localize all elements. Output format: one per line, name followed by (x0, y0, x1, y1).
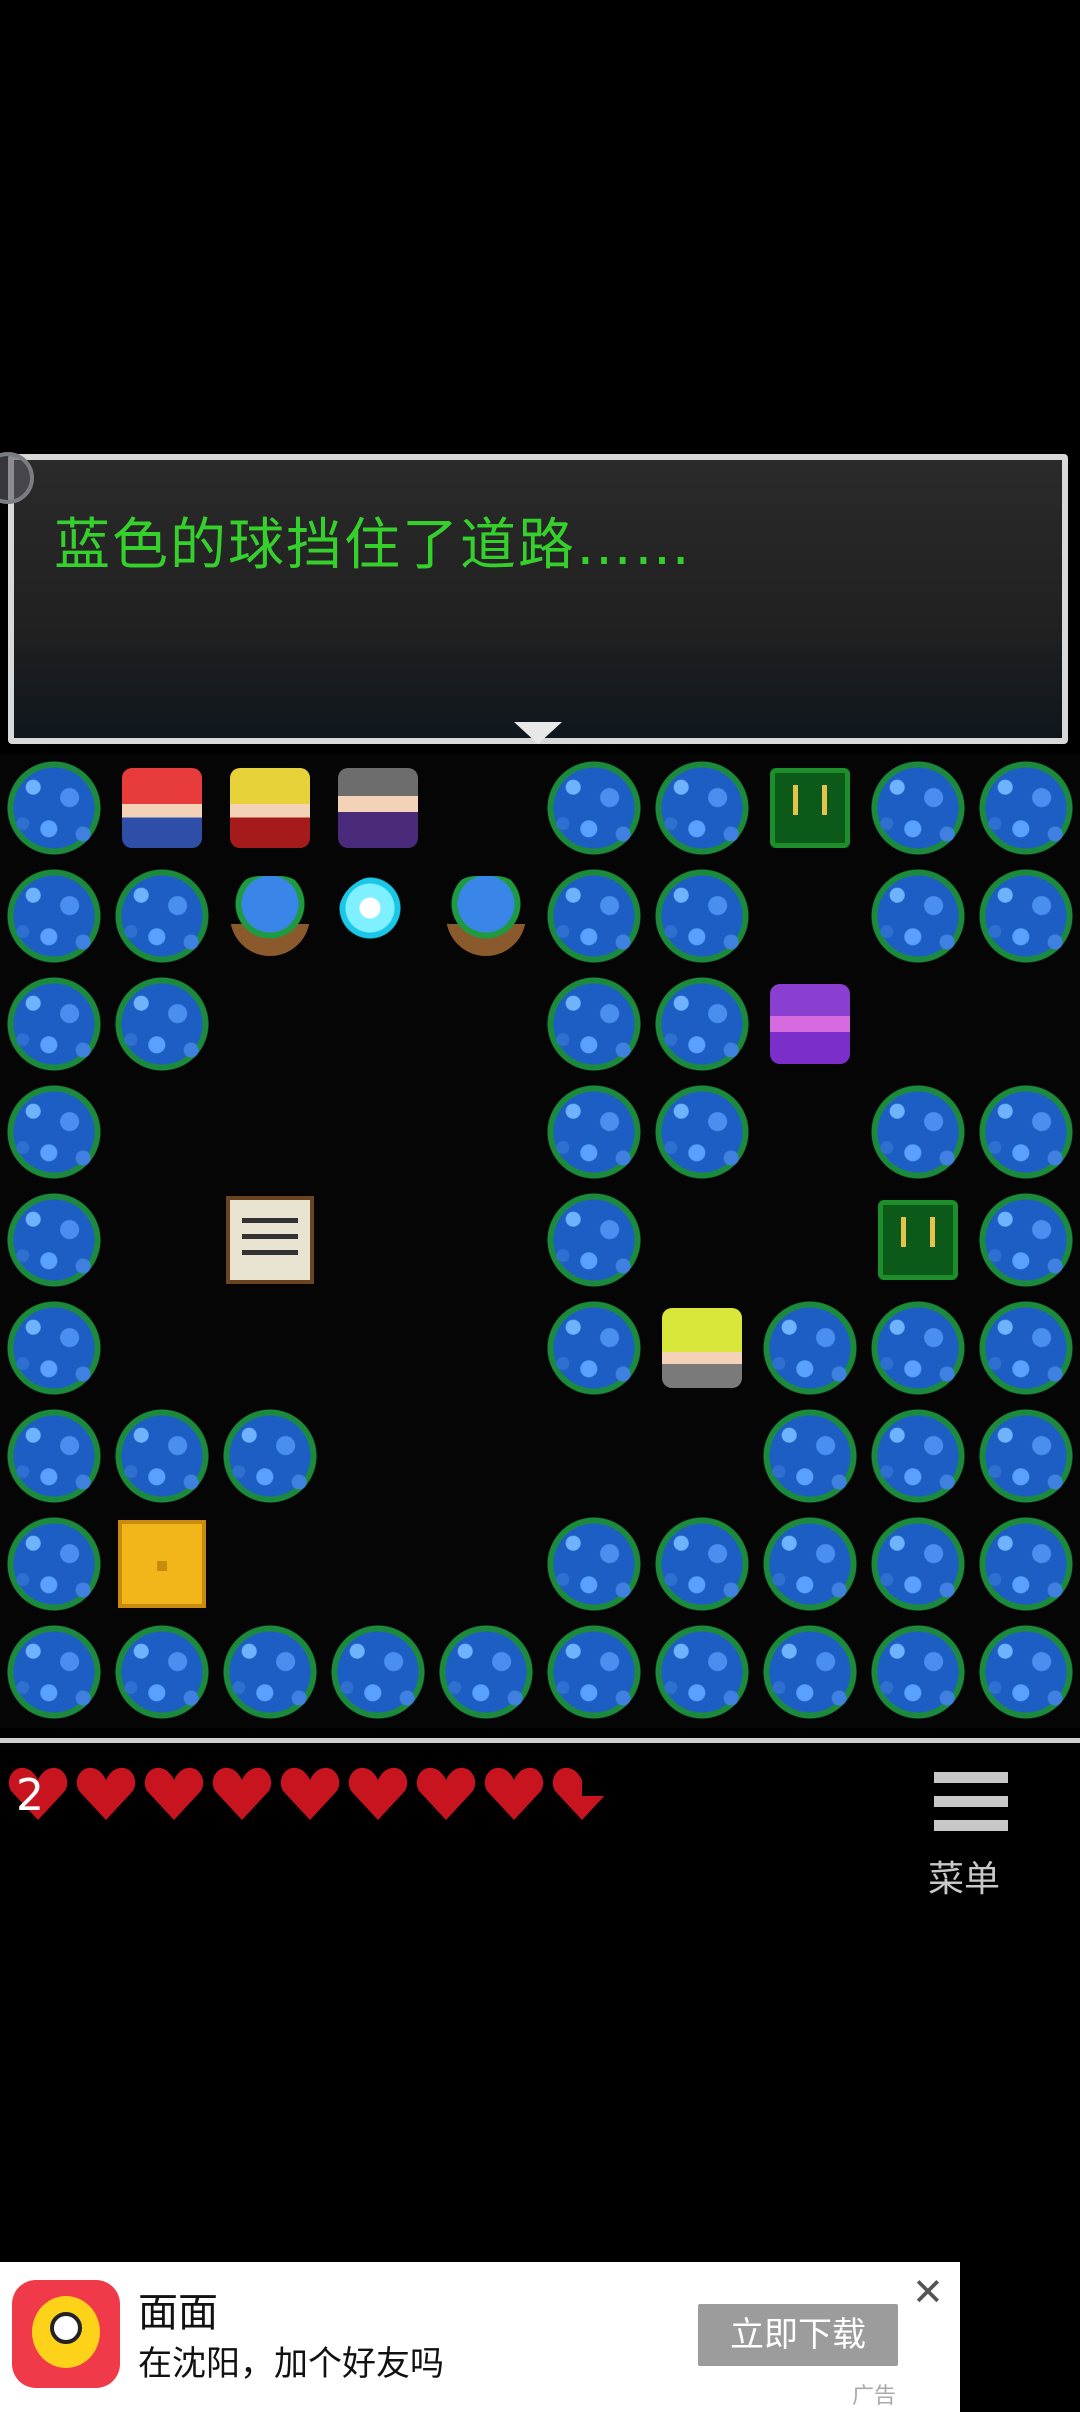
heart-icon (278, 1762, 346, 1830)
bush-tile (866, 1512, 970, 1616)
bush-tile (2, 1188, 106, 1292)
bush-tile (650, 756, 754, 860)
bush-tile (758, 1296, 862, 1400)
bush-tile (650, 972, 754, 1076)
bush-tile (542, 972, 646, 1076)
game-map[interactable] (0, 754, 1080, 1728)
bush-tile (110, 1620, 214, 1724)
bush-tile (650, 1620, 754, 1724)
bush-tile (2, 1404, 106, 1508)
blue-orb[interactable] (338, 876, 418, 956)
bush-tile (758, 1404, 862, 1508)
download-button[interactable]: 立即下载 (698, 2304, 898, 2366)
bush-tile (650, 864, 754, 968)
heart-icon (210, 1762, 278, 1830)
bush-tile (650, 1512, 754, 1616)
bush-tile (2, 1080, 106, 1184)
bush-tile (974, 1080, 1078, 1184)
heart-icon (482, 1762, 550, 1830)
hamburger-icon-line (934, 1796, 1008, 1807)
bush-tile (974, 1188, 1078, 1292)
bush-tile (866, 1620, 970, 1724)
bush-tile (542, 864, 646, 968)
potted-bush[interactable] (230, 876, 310, 956)
hamburger-icon-line (934, 1820, 1008, 1831)
bush-tile (866, 1296, 970, 1400)
heart-icon (142, 1762, 210, 1830)
treasure-chest-gold[interactable] (118, 1520, 206, 1608)
treasure-chest-green[interactable] (878, 1200, 958, 1280)
bush-tile (758, 1620, 862, 1724)
hamburger-icon (934, 1772, 1008, 1783)
bush-tile (866, 756, 970, 860)
heart-icon (414, 1762, 482, 1830)
bush-tile (542, 1188, 646, 1292)
bush-tile (2, 756, 106, 860)
bush-tile (218, 1620, 322, 1724)
player-character[interactable] (662, 1308, 742, 1388)
ad-app-name: 面面 (138, 2290, 218, 2336)
heart-icon (346, 1762, 414, 1830)
status-divider (0, 1738, 1080, 1743)
ad-subtitle: 在沈阳，加个好友吗 (138, 2344, 444, 2384)
bush-tile (542, 1080, 646, 1184)
bush-tile (974, 1512, 1078, 1616)
bush-tile (542, 1296, 646, 1400)
bush-tile (110, 864, 214, 968)
bush-tile (2, 1512, 106, 1616)
bush-tile (2, 972, 106, 1076)
heart-icon (550, 1762, 618, 1830)
heart-icon: 2 (6, 1762, 74, 1830)
dialog-box[interactable]: 蓝色的球挡住了道路…… (8, 454, 1068, 744)
character-red-hair[interactable] (122, 768, 202, 848)
sign-board[interactable] (226, 1196, 314, 1284)
bush-tile (2, 1620, 106, 1724)
bush-tile (434, 1620, 538, 1724)
bush-tile (974, 864, 1078, 968)
heart-icon (74, 1762, 142, 1830)
bush-tile (110, 972, 214, 1076)
bush-tile (542, 1512, 646, 1616)
character-dark-hair[interactable] (338, 768, 418, 848)
bush-tile (758, 1512, 862, 1616)
bush-tile (542, 1620, 646, 1724)
potted-bush[interactable] (446, 876, 526, 956)
bush-tile (974, 1296, 1078, 1400)
bush-tile (974, 756, 1078, 860)
bush-tile (110, 1404, 214, 1508)
close-icon[interactable]: ✕ (912, 2270, 944, 2314)
dialog-continue-arrow-icon (514, 722, 562, 744)
bush-tile (326, 1620, 430, 1724)
bush-tile (650, 1080, 754, 1184)
bush-tile (974, 1620, 1078, 1724)
app-icon-face (32, 2296, 100, 2368)
bush-tile (866, 864, 970, 968)
bush-tile (542, 756, 646, 860)
lives-count: 2 (16, 1770, 44, 1821)
menu-label: 菜单 (928, 1859, 1001, 1900)
bush-tile (2, 864, 106, 968)
health-hearts: 2 (6, 1762, 618, 1832)
app-icon-eye (50, 2312, 82, 2344)
bush-tile (866, 1404, 970, 1508)
bush-tile (866, 1080, 970, 1184)
app-icon[interactable] (12, 2280, 120, 2388)
character-blond[interactable] (230, 768, 310, 848)
bush-tile (2, 1296, 106, 1400)
bush-tile (218, 1404, 322, 1508)
enemy-demon[interactable] (770, 984, 850, 1064)
menu-button[interactable]: 菜单 (928, 1772, 1010, 1900)
bush-tile (974, 1404, 1078, 1508)
treasure-chest-green[interactable] (770, 768, 850, 848)
dialog-text: 蓝色的球挡住了道路…… (54, 513, 692, 578)
ad-banner[interactable]: 面面 在沈阳，加个好友吗 立即下载 ✕ 广告 (0, 2262, 960, 2412)
ad-tag: 广告 (852, 2384, 897, 2409)
